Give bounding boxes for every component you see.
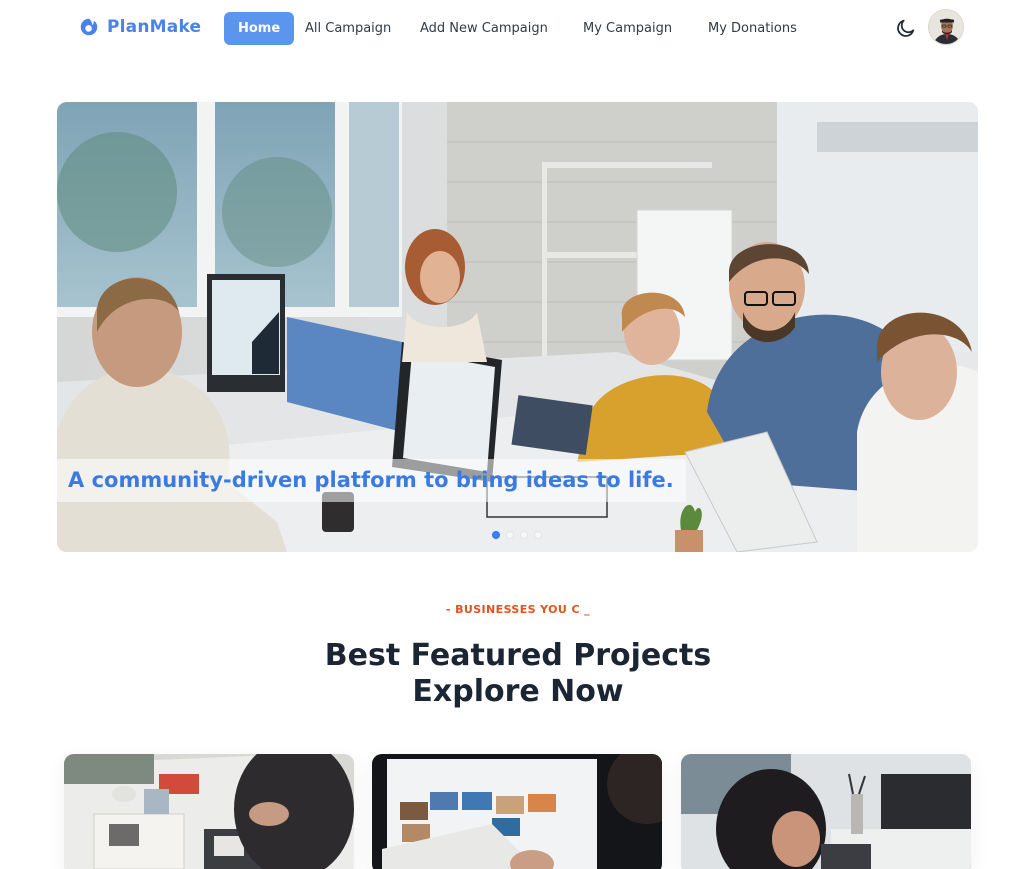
moon-icon[interactable] [895, 17, 917, 39]
top-navbar: PlanMake Home All Campaign Add New Campa… [0, 0, 1028, 58]
hero-slider[interactable]: A community-driven platform to bring ide… [57, 102, 978, 552]
slider-dot-4[interactable] [534, 531, 542, 539]
craft-table-photo [64, 754, 354, 869]
photo-gallery-monitor-photo [372, 754, 662, 869]
slider-dot-2[interactable] [506, 531, 514, 539]
nav-item-home[interactable]: Home [224, 12, 295, 45]
nav-item-add-new-campaign[interactable]: Add New Campaign [420, 12, 548, 45]
slider-dot-3[interactable] [520, 531, 528, 539]
section-eyebrow: - BUSINESSES YOU C _ [445, 603, 591, 616]
section-title-line1: Best Featured Projects [324, 638, 712, 673]
project-card-2[interactable] [372, 754, 662, 869]
avatar-image [929, 10, 963, 44]
woman-at-desk-photo [681, 754, 971, 869]
logo-icon [80, 18, 98, 36]
nav-item-all-campaign[interactable]: All Campaign [305, 12, 391, 45]
section-title: Best Featured Projects Explore Now [0, 638, 1028, 710]
section-title-line2: Explore Now [412, 674, 624, 709]
slider-pagination [492, 531, 542, 539]
slider-dot-1[interactable] [492, 531, 500, 539]
brand-name: PlanMake [107, 17, 202, 37]
brand-logo[interactable]: PlanMake [78, 16, 201, 38]
user-avatar[interactable] [928, 9, 964, 45]
hero-caption: A community-driven platform to bring ide… [57, 459, 686, 502]
nav-item-my-campaign[interactable]: My Campaign [583, 12, 672, 45]
project-card-1[interactable] [64, 754, 354, 869]
project-card-3[interactable] [681, 754, 971, 869]
nav-item-my-donations[interactable]: My Donations [708, 12, 797, 45]
